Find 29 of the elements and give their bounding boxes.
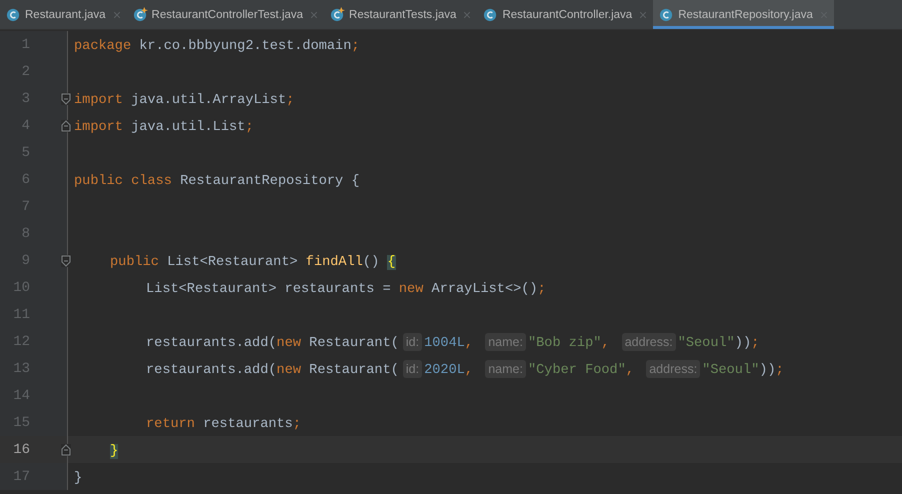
editor-tab[interactable]: RestaurantTests.java	[324, 0, 478, 29]
editor-tab[interactable]: Restaurant.java	[0, 0, 127, 29]
fold-start-icon[interactable]	[61, 254, 71, 266]
close-icon[interactable]	[310, 10, 318, 18]
test-class-file-icon	[330, 7, 346, 22]
code-line: restaurants.add(new Restaurant( id: 1004L, name: "Bob zip", address: "Seoul"));	[146, 336, 760, 350]
class-file-icon	[659, 7, 674, 22]
code-line: return restaurants;	[146, 416, 302, 432]
fold-end-icon[interactable]	[61, 444, 71, 456]
class-file-icon	[6, 7, 21, 22]
editor-tab[interactable]: RestaurantController.java	[477, 0, 654, 29]
code-line: package kr.co.bbbyung2.test.domain;	[74, 38, 360, 54]
code-line: }	[74, 470, 82, 486]
code-line: import java.util.List;	[74, 120, 254, 134]
close-icon[interactable]	[639, 10, 648, 18]
code-line: public class RestaurantRepository {	[74, 174, 360, 188]
code-line: public List<Restaurant> findAll() {	[110, 254, 396, 270]
editor-tab[interactable]: RestaurantRepository.java	[653, 0, 834, 29]
editor-tab[interactable]: RestaurantControllerTest.java	[126, 0, 324, 29]
close-icon[interactable]	[112, 10, 121, 18]
close-icon[interactable]	[463, 10, 472, 18]
code-line: List<Restaurant> restaurants = new ArrayList<>();	[146, 282, 546, 296]
code-line: import java.util.ArrayList;	[74, 92, 294, 108]
code-line: restaurants.add(new Restaurant( id: 2020L, name: "Cyber Food", address: "Seoul"));	[146, 362, 784, 378]
fold-start-icon[interactable]	[61, 92, 71, 104]
line-number: 16	[12, 442, 30, 458]
fold-end-icon[interactable]	[61, 120, 71, 132]
class-file-icon	[483, 7, 498, 22]
test-class-file-icon	[132, 7, 148, 22]
